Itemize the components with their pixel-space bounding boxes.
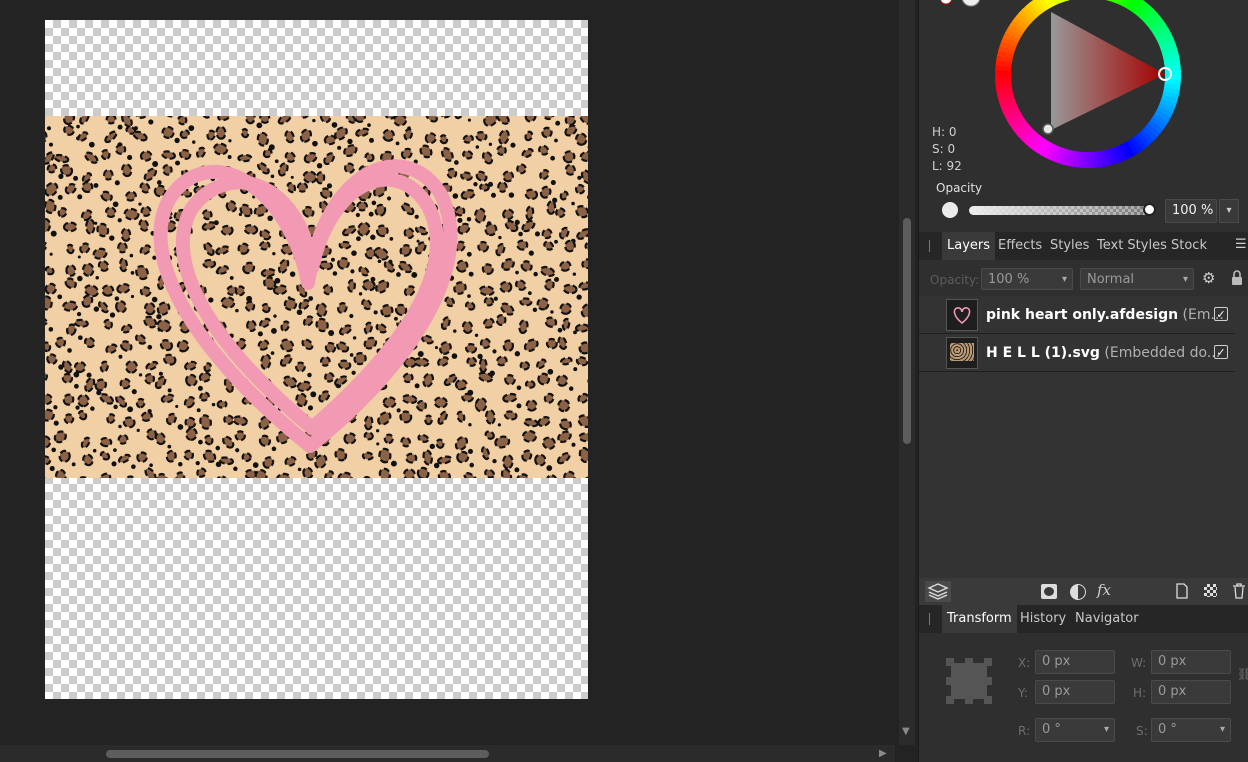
width-input[interactable]: 0 px (1151, 650, 1231, 674)
horizontal-scroll-thumb[interactable] (106, 750, 489, 758)
document-canvas[interactable] (45, 20, 588, 699)
color-picker-handle (1042, 123, 1054, 135)
shear-input[interactable]: 0 ° (1151, 718, 1231, 742)
scroll-down-arrow-icon[interactable]: ▼ (902, 726, 910, 737)
tab-transform[interactable]: Transform (942, 605, 1017, 633)
lightness-readout: L: 92 (932, 159, 962, 173)
leopard-thumbnail-icon (946, 337, 978, 369)
layer-row-hell-svg[interactable]: H E L L (1).svg (Embedded do... ✓ (919, 335, 1235, 372)
layer-visibility-checkbox[interactable]: ✓ (1214, 345, 1228, 359)
mask-icon[interactable] (1041, 584, 1057, 599)
layer-visibility-checkbox[interactable]: ✓ (1214, 307, 1228, 321)
w-label: W: (1131, 656, 1147, 670)
layer-name: pink heart only.afdesign (986, 307, 1179, 323)
tab-stock[interactable]: Stock (1171, 232, 1207, 260)
layer-name: H E L L (1).svg (986, 345, 1100, 361)
tab-styles[interactable]: Styles (1050, 232, 1089, 260)
blend-mode-dropdown[interactable]: Normal (1080, 268, 1194, 291)
transform-tab-bar: Transform History Navigator (919, 605, 1248, 633)
layers-toolbar: fx (919, 578, 1248, 605)
color-swatches[interactable] (939, 0, 981, 7)
layer-row-pink-heart[interactable]: pink heart only.afdesign (Em... ✓ (919, 297, 1235, 334)
x-input[interactable]: 0 px (1035, 650, 1115, 674)
gear-icon[interactable]: ⚙ (1202, 269, 1215, 287)
r-label: R: (1018, 724, 1031, 738)
menu-icon[interactable]: ☰ (1235, 237, 1247, 252)
y-input[interactable]: 0 px (1035, 680, 1115, 704)
h-label: H: (1133, 686, 1147, 700)
tab-navigator[interactable]: Navigator (1075, 605, 1139, 633)
link-icon[interactable]: ⛓ (1237, 667, 1248, 681)
opacity-label: Opacity (936, 181, 983, 195)
layer-opacity-label: Opacity: (930, 273, 980, 287)
rotation-input[interactable]: 0 ° (1035, 718, 1115, 742)
hue-readout: H: 0 (932, 125, 957, 139)
layers-list: pink heart only.afdesign (Em... ✓ H E L … (919, 296, 1248, 578)
lock-icon[interactable] (1231, 270, 1243, 290)
opacity-input[interactable]: 100 % (1165, 199, 1217, 223)
trash-icon[interactable] (1233, 583, 1245, 603)
layer-opacity-dropdown[interactable]: 100 % (981, 268, 1073, 291)
opacity-dropdown-button[interactable]: ▾ (1219, 199, 1239, 223)
current-color-swatch[interactable] (942, 202, 958, 218)
x-label: X: (1018, 656, 1031, 670)
tab-layers[interactable]: Layers (942, 232, 996, 260)
color-wheel[interactable] (995, 0, 1181, 168)
layers-stack-icon[interactable] (925, 581, 951, 602)
tab-text-styles[interactable]: Text Styles (1097, 232, 1167, 260)
adjustment-icon[interactable] (1070, 584, 1086, 600)
vertical-scroll-thumb[interactable] (903, 218, 911, 444)
fx-icon[interactable]: fx (1097, 581, 1111, 599)
tab-effects[interactable]: Effects (998, 232, 1042, 260)
saturation-readout: S: 0 (932, 142, 956, 156)
new-layer-icon[interactable] (1176, 583, 1188, 603)
opacity-slider-handle[interactable] (1143, 203, 1156, 216)
tab-history[interactable]: History (1020, 605, 1066, 633)
pink-heart-image (153, 159, 458, 453)
s-label: S: (1136, 724, 1148, 738)
layer-type-suffix: (Embedded do... (1099, 345, 1221, 361)
pixel-layer-icon[interactable] (1204, 584, 1217, 597)
heart-thumbnail-icon (946, 299, 978, 331)
anchor-point-icon[interactable] (946, 658, 992, 708)
layers-tab-bar: Layers Effects Styles Text Styles Stock … (919, 232, 1248, 260)
height-input[interactable]: 0 px (1151, 680, 1231, 704)
transform-panel: X: 0 px Y: 0 px W: 0 px H: 0 px ⛓ R: 0 °… (919, 633, 1248, 762)
scroll-right-arrow-icon[interactable]: ▶ (879, 748, 887, 759)
opacity-slider[interactable] (969, 206, 1149, 215)
studio-panel: H: 0 S: 0 L: 92 Opacity 100 % ▾ Layers E… (918, 0, 1248, 762)
y-label: Y: (1018, 686, 1028, 700)
